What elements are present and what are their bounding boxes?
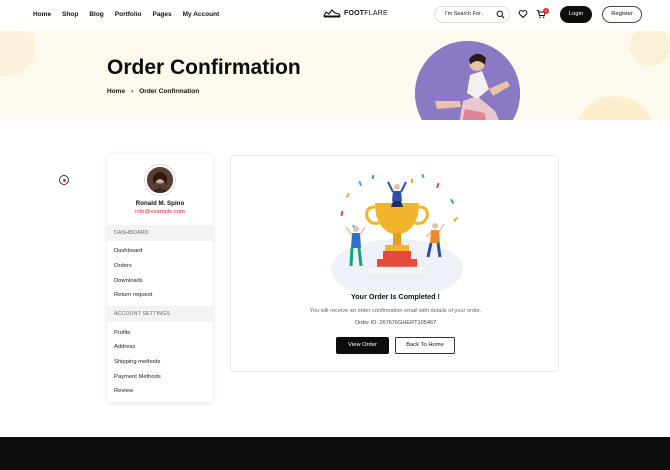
confirmation-subtitle: You will receive an order confirmation e… (309, 308, 482, 314)
cart-count-badge: 0 (543, 8, 549, 14)
nav-link-my-account[interactable]: My Account (183, 11, 220, 18)
nav-link-pages[interactable]: Pages (152, 11, 171, 18)
hero-decor-circle (630, 31, 670, 66)
sidebar-item-profile[interactable]: Profile (114, 330, 130, 336)
sidebar-item-dashboard[interactable]: Dashboard (114, 248, 142, 254)
site-footer (0, 437, 670, 470)
main-menu: Home Shop Blog Portfolio Pages My Accoun… (33, 11, 230, 18)
scroll-indicator-dot[interactable] (59, 175, 69, 185)
back-to-home-button[interactable]: Back To Home (395, 337, 455, 354)
sidebar-item-review[interactable]: Review (114, 388, 133, 394)
order-id: Order ID: 267676GHERT105467 (354, 320, 437, 326)
login-button[interactable]: Login (560, 6, 592, 23)
breadcrumb-current: Order Confirmation (139, 88, 200, 95)
user-email[interactable]: info@example.com (107, 209, 213, 215)
avatar (145, 165, 175, 195)
hero-decor-circle (0, 31, 35, 76)
hero-decor-circle (575, 96, 655, 120)
account-settings-heading: ACCOUNT SETTINGS (107, 306, 213, 322)
search-input[interactable]: I'm Search For.. (434, 6, 510, 23)
trophy-celebration-illustration (331, 173, 463, 291)
breadcrumb: Home › Order Confirmation (107, 88, 199, 95)
order-confirmation-card: Your Order Is Completed ! You will recei… (230, 155, 559, 372)
search-placeholder: I'm Search For.. (445, 11, 484, 17)
dashboard-section-heading: DASHBOARD (107, 225, 213, 241)
page-title: Order Confirmation (107, 56, 301, 79)
nav-link-home[interactable]: Home (33, 11, 51, 18)
view-order-button[interactable]: View Order (336, 337, 389, 354)
top-navbar: Home Shop Blog Portfolio Pages My Accoun… (0, 0, 670, 31)
hero-model-image (415, 41, 520, 120)
nav-link-shop[interactable]: Shop (62, 11, 78, 18)
sidebar-item-return-request[interactable]: Return request (114, 292, 152, 298)
account-sidebar: Ronald M. Spino info@example.com DASHBOA… (107, 154, 213, 402)
sidebar-item-orders[interactable]: Orders (114, 263, 132, 269)
chevron-right-icon: › (131, 88, 134, 95)
sidebar-item-downloads[interactable]: Downloads (114, 278, 143, 284)
site-logo[interactable]: FOOTFLARE (323, 9, 388, 18)
sidebar-item-payment-methods[interactable]: Payment Methods (114, 374, 161, 380)
heart-icon[interactable] (518, 9, 528, 19)
logo-text-bold: FOOT (344, 10, 365, 17)
nav-link-blog[interactable]: Blog (89, 11, 103, 18)
page-hero: Order Confirmation Home › Order Confirma… (0, 31, 670, 120)
sidebar-item-shipping-methods[interactable]: Shipping methods (114, 359, 160, 365)
search-icon[interactable] (496, 10, 505, 19)
confirmation-title: Your Order Is Completed ! (351, 292, 440, 301)
user-name: Ronald M. Spino (135, 200, 185, 207)
shoe-icon (323, 9, 341, 18)
register-button[interactable]: Register (602, 6, 642, 23)
logo-text-light: FLARE (364, 10, 388, 17)
breadcrumb-home[interactable]: Home (107, 88, 125, 95)
nav-link-portfolio[interactable]: Portfolio (115, 11, 142, 18)
sidebar-item-address[interactable]: Address (114, 344, 135, 350)
